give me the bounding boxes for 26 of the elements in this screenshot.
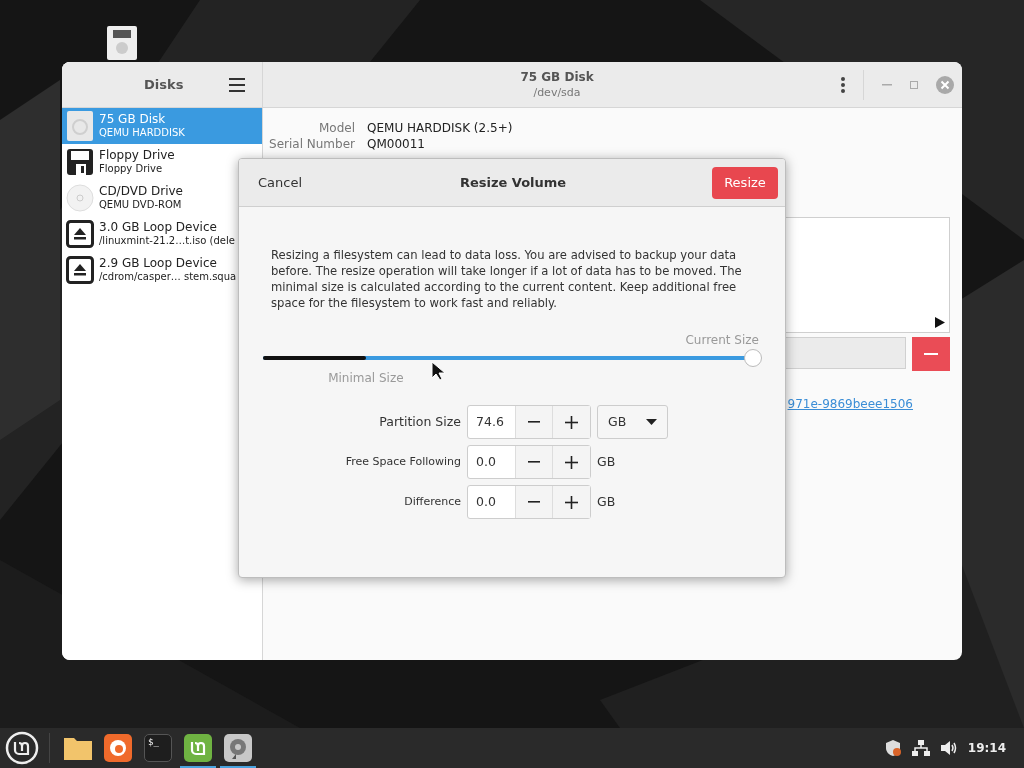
disk-detail: /linuxmint-21.2…t.iso (dele: [99, 234, 235, 248]
field-label: Partition Size: [378, 412, 462, 431]
window-title: 75 GB Disk: [520, 69, 594, 85]
current-size-label: Current Size: [685, 332, 760, 349]
minimal-size-label: Minimal Size: [328, 370, 404, 387]
unit-label: GB: [597, 452, 616, 471]
disk-name: 3.0 GB Loop Device: [99, 220, 218, 234]
disk-detail: Floppy Drive: [99, 162, 164, 176]
disk-detail: /cdrom/casper… stem.squa: [99, 270, 237, 284]
disk-name: 75 GB Disk: [99, 112, 167, 126]
detail-label: Serial Number: [268, 136, 355, 152]
field-label: Difference: [403, 493, 462, 510]
detail-value: QEMU HARDDISK (2.5+): [367, 120, 513, 136]
field-label: Free Space Following: [344, 453, 462, 470]
disk-name: Floppy Drive: [99, 148, 175, 162]
warning-message: Resizing a filesystem can lead to data loss. You are advised to backup your data before. The resize operation will take longer if a lot of data has to be moved. The minimal size is calculated according to the current content. Keep additional free space for the filesystem to work fast and reliably.: [271, 247, 743, 311]
unit-label: GB: [597, 492, 616, 511]
disk-name: 2.9 GB Loop Device: [99, 256, 218, 270]
disk-name: CD/DVD Drive: [99, 184, 183, 198]
dialog-title: Resize Volume: [459, 173, 567, 192]
disk-detail: QEMU DVD-ROM: [99, 198, 183, 212]
disk-detail: QEMU HARDDISK: [99, 126, 185, 140]
window-subtitle: /dev/sda: [533, 84, 581, 100]
detail-value: QM00011: [367, 136, 425, 152]
detail-label: Model: [317, 120, 355, 136]
sidebar-title: Disks: [144, 75, 184, 94]
